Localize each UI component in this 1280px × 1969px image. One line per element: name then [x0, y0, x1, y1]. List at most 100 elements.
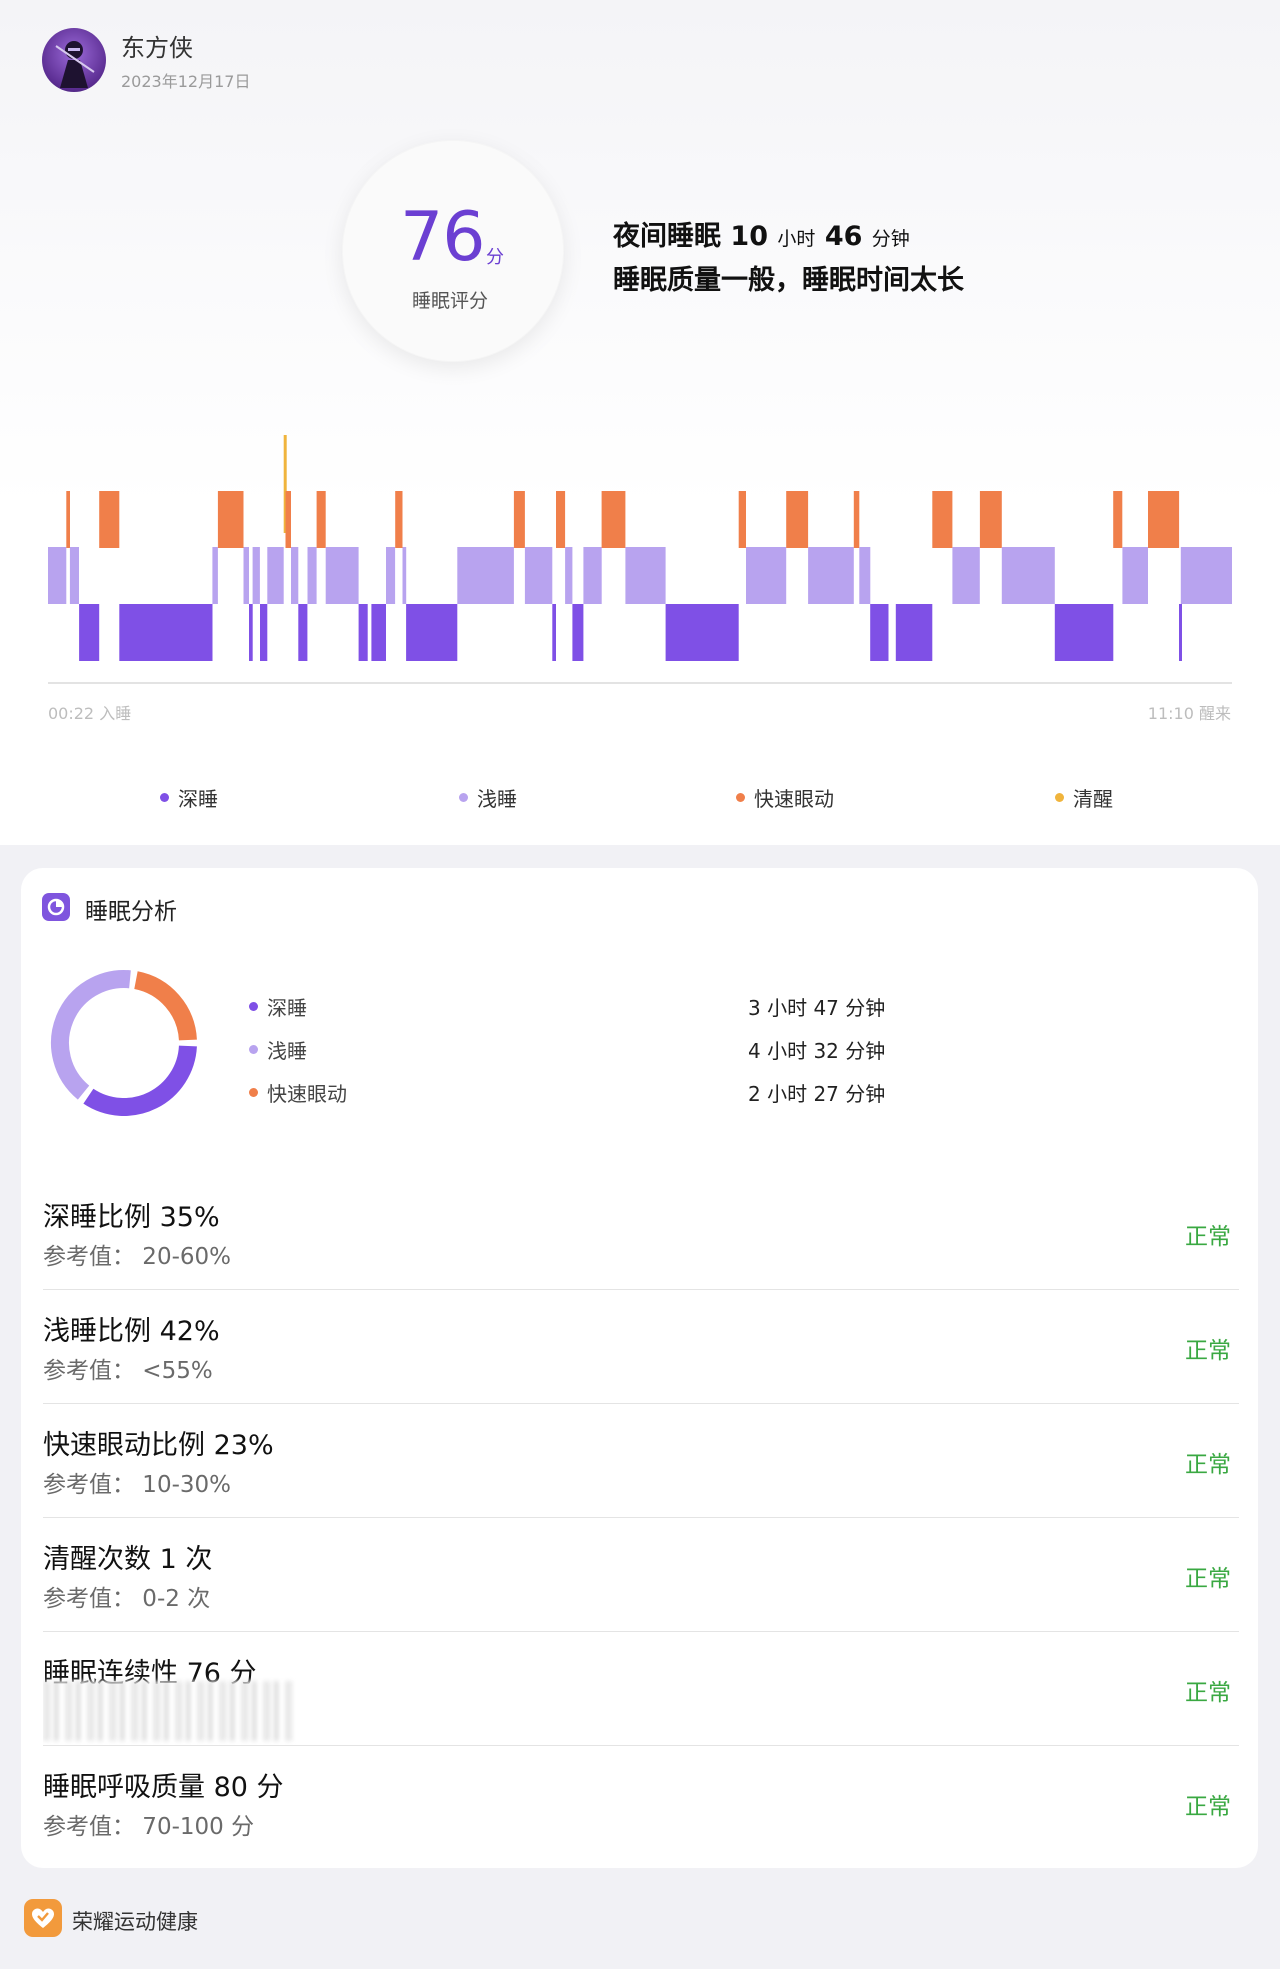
analysis-label: 深睡	[267, 996, 307, 1020]
duration-hours-unit: 小时	[777, 228, 816, 250]
sleep-score-label: 睡眠评分	[412, 290, 489, 312]
stage-segment-light	[243, 547, 249, 604]
stage-segment-deep	[1054, 604, 1114, 661]
user-name: 东方侠	[121, 34, 193, 62]
analysis-label: 浅睡	[267, 1039, 307, 1063]
stage-segment-rem	[556, 491, 566, 548]
metric-reference: 参考值： 20-60%	[43, 1244, 231, 1270]
stage-segment-light	[565, 547, 573, 604]
metric-reference: 参考值： 70-100 分	[43, 1814, 255, 1840]
stage-segment-light	[267, 547, 284, 604]
sleep-stage-chart	[48, 435, 1232, 684]
stage-segment-light	[212, 547, 218, 604]
metric-title: 浅睡比例 42%	[43, 1316, 220, 1347]
deep-sleep-dot-icon	[160, 793, 169, 802]
stage-segment-rem	[979, 491, 1002, 548]
legend-light-sleep: 浅睡	[459, 783, 517, 812]
metric-status: 正常	[1185, 1452, 1231, 1478]
stage-segment-deep	[358, 604, 368, 661]
sleep-score-circle: 76 分 睡眠评分	[342, 140, 564, 362]
metric-title: 清醒次数 1 次	[43, 1544, 213, 1575]
stage-segment-light	[386, 547, 396, 604]
metric-title: 深睡比例 35%	[43, 1202, 220, 1233]
legend-label: 深睡	[178, 787, 218, 811]
light-sleep-dot-icon	[249, 1045, 258, 1054]
duration-prefix: 夜间睡眠	[613, 221, 721, 252]
stage-segment-rem	[285, 491, 291, 548]
analysis-item-rem: 快速眼动	[249, 1078, 347, 1107]
sleep-start-label: 00:22 入睡	[48, 704, 132, 723]
honor-health-app-icon[interactable]	[24, 1899, 62, 1937]
stage-segment-deep	[552, 604, 556, 661]
stage-segment-light	[307, 547, 317, 604]
stage-segment-light	[1001, 547, 1055, 604]
stage-segment-rem	[1148, 491, 1180, 548]
light-sleep-dot-icon	[459, 793, 468, 802]
legend-label: 清醒	[1073, 787, 1113, 811]
stage-segment-deep	[119, 604, 213, 661]
stage-segment-light	[524, 547, 553, 604]
rem-duration: 2 小时 27 分钟	[748, 1082, 886, 1106]
light-sleep-duration: 4 小时 32 分钟	[748, 1039, 886, 1063]
legend-label: 浅睡	[477, 787, 517, 811]
rem-dot-icon	[249, 1088, 258, 1097]
night-sleep-duration: 夜间睡眠 10 小时 46 分钟	[613, 214, 910, 253]
record-date: 2023年12月17日	[121, 72, 251, 91]
stage-segment-light	[1180, 547, 1232, 604]
blurred-overlay	[43, 1681, 293, 1741]
donut-slice-rem	[133, 971, 197, 1041]
metric-reference: 参考值： 10-30%	[43, 1472, 231, 1498]
donut-slice-light	[51, 970, 131, 1100]
stage-segment-light	[69, 547, 79, 604]
stage-segment-rem	[853, 491, 860, 548]
stage-segment-light	[952, 547, 980, 604]
sleep-analysis-card: 睡眠分析 深睡 3 小时 47 分钟 浅睡 4 小时 32 分钟 快速眼动 2 …	[21, 868, 1258, 1868]
stage-segment-deep	[572, 604, 584, 661]
stage-segment-deep	[260, 604, 268, 661]
stage-segment-rem	[316, 491, 326, 548]
stage-segment-deep	[895, 604, 933, 661]
metric-title: 快速眼动比例 23%	[43, 1430, 274, 1461]
stage-segment-rem	[932, 491, 953, 548]
stage-segment-rem	[786, 491, 809, 548]
stage-segment-deep	[79, 604, 100, 661]
metric-row-deep-ratio[interactable]: 深睡比例 35% 参考值： 20-60% 正常	[43, 1175, 1239, 1290]
sleep-analysis-title: 睡眠分析	[85, 899, 177, 925]
analysis-item-deep: 深睡	[249, 992, 307, 1021]
duration-minutes: 46	[824, 221, 863, 252]
metric-row-light-ratio[interactable]: 浅睡比例 42% 参考值： <55% 正常	[43, 1289, 1239, 1404]
sleep-quality-text: 睡眠质量一般，睡眠时间太长	[613, 265, 964, 296]
stage-segment-deep	[371, 604, 386, 661]
metric-row-breathing-quality[interactable]: 睡眠呼吸质量 80 分 参考值： 70-100 分 正常	[43, 1745, 1239, 1859]
metric-row-rem-ratio[interactable]: 快速眼动比例 23% 参考值： 10-30% 正常	[43, 1403, 1239, 1518]
stage-segment-deep	[298, 604, 308, 661]
sleep-score-value: 76	[400, 198, 486, 277]
metric-reference: 参考值： 0-2 次	[43, 1586, 211, 1612]
stage-segment-light	[808, 547, 854, 604]
metric-row-awake-count[interactable]: 清醒次数 1 次 参考值： 0-2 次 正常	[43, 1517, 1239, 1632]
stage-segment-deep	[406, 604, 458, 661]
metric-status: 正常	[1185, 1224, 1231, 1250]
stage-segment-rem	[66, 491, 70, 548]
stage-segment-light	[859, 547, 871, 604]
metric-status: 正常	[1185, 1680, 1231, 1706]
stage-segment-rem	[217, 491, 244, 548]
stage-segment-deep	[665, 604, 739, 661]
avatar[interactable]	[42, 28, 106, 92]
stage-segment-rem	[99, 491, 120, 548]
metric-status: 正常	[1185, 1566, 1231, 1592]
deep-sleep-dot-icon	[249, 1002, 258, 1011]
metric-status: 正常	[1185, 1338, 1231, 1364]
metric-row-continuity[interactable]: 睡眠连续性 76 分 正常	[43, 1631, 1239, 1746]
stage-segment-light	[746, 547, 787, 604]
duration-hours: 10	[730, 221, 768, 252]
duration-minutes-unit: 分钟	[871, 228, 910, 250]
stage-segment-light	[48, 547, 67, 604]
donut-slice-deep	[83, 1045, 197, 1116]
awake-dot-icon	[1055, 793, 1064, 802]
analysis-item-light: 浅睡	[249, 1035, 307, 1064]
stage-segment-rem	[1113, 491, 1123, 548]
stage-segment-light	[402, 547, 407, 604]
sleep-score-unit: 分	[486, 247, 504, 268]
legend-label: 快速眼动	[754, 787, 834, 811]
